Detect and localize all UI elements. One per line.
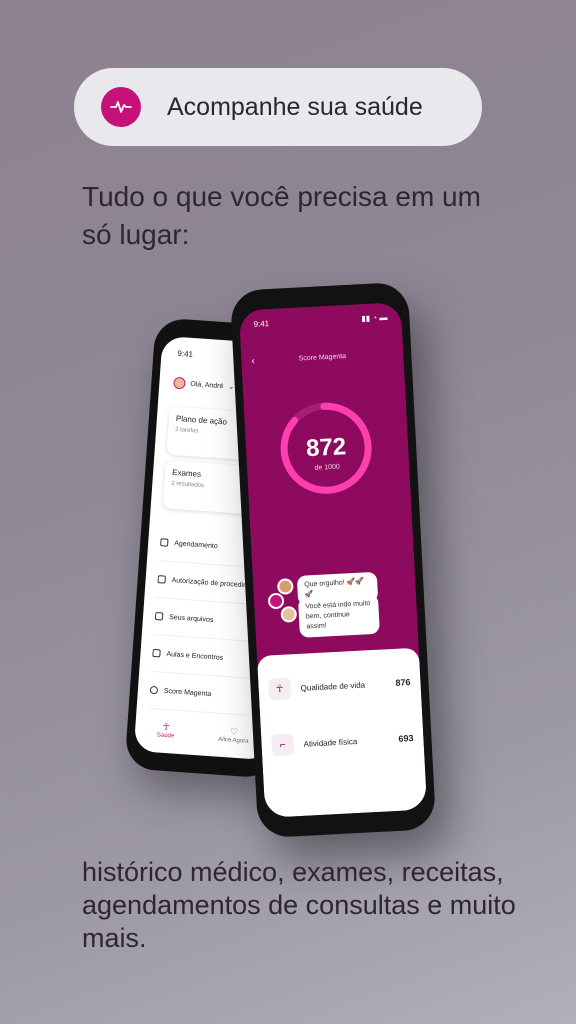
feature-banner-label: Acompanhe sua saúde — [167, 92, 423, 121]
nav-label: Saúde — [156, 731, 175, 740]
nav-label: Alice Agora — [218, 736, 249, 745]
metrics-sheet: ☥ Qualidade de vida 876 ⌐ Atividade físi… — [256, 647, 428, 818]
score-value: 872 — [305, 433, 347, 463]
calendar-icon — [159, 538, 169, 547]
status-bar: 9:41 ▮▮ ◔ ▬ — [253, 313, 387, 329]
cloud-icon — [154, 611, 164, 621]
avatar — [276, 578, 294, 595]
diamond-icon — [152, 648, 161, 658]
feature-banner: Acompanhe sua saúde — [74, 68, 482, 146]
avatar — [267, 592, 285, 610]
headline: Tudo o que você precisa em um só lugar: — [82, 181, 481, 250]
metric-label: Atividade física — [303, 736, 358, 749]
menu-item-label: Score Magenta — [163, 687, 212, 698]
avatar[interactable] — [173, 376, 186, 390]
metric-physical-activity[interactable]: ⌐ Atividade física 693 — [270, 712, 415, 771]
document-icon — [157, 575, 166, 584]
metric-quality-of-life[interactable]: ☥ Qualidade de vida 876 — [267, 656, 412, 715]
chevron-down-icon[interactable]: ⌄ — [228, 383, 234, 391]
metric-value: 876 — [395, 677, 411, 688]
screen-title: Score Magenta — [298, 353, 347, 363]
menu-item-label: Seus arquivos — [168, 613, 214, 624]
phone-front-screen: 9:41 ▮▮ ◔ ▬ ‹ Score Magenta 872 de 1000 … — [238, 302, 428, 818]
status-time: 9:41 — [177, 348, 194, 359]
nav-saude[interactable]: ☥ Saúde — [157, 721, 176, 739]
shoe-icon: ⌐ — [271, 733, 295, 757]
phone-mockup-front: 9:41 ▮▮ ◔ ▬ ‹ Score Magenta 872 de 1000 … — [229, 281, 437, 839]
heart-icon — [149, 685, 159, 695]
avatar — [280, 605, 298, 623]
heartbeat-icon — [101, 87, 141, 127]
metric-value: 693 — [398, 733, 414, 744]
menu-item-label: Aulas e Encontros — [166, 650, 224, 662]
metric-label: Qualidade de vida — [300, 679, 366, 693]
greeting-text: Olá, André — [190, 380, 224, 390]
menu-item-label: Agendamento — [173, 539, 218, 550]
footer-text: histórico médico, exames, receitas, agen… — [82, 857, 516, 953]
person-icon: ☥ — [268, 677, 292, 701]
nav-alice-agora[interactable]: ♡ Alice Agora — [218, 725, 249, 744]
status-time: 9:41 — [253, 319, 270, 329]
greeting: Olá, André ⌄ — [173, 376, 235, 393]
signal-wifi-battery-icon: ▮▮ ◔ ▬ — [361, 312, 388, 324]
